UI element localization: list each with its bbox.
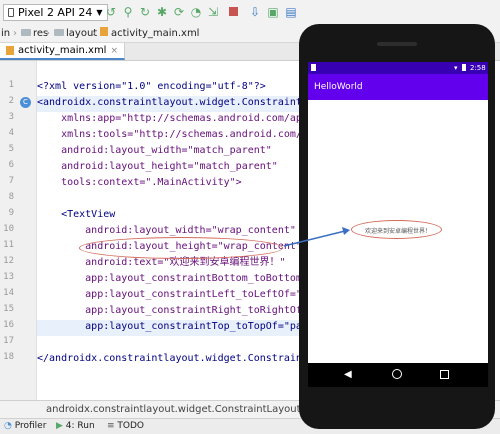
annotation-arrow (283, 227, 350, 247)
arrow-line (283, 230, 346, 247)
arrow-head (342, 227, 350, 235)
